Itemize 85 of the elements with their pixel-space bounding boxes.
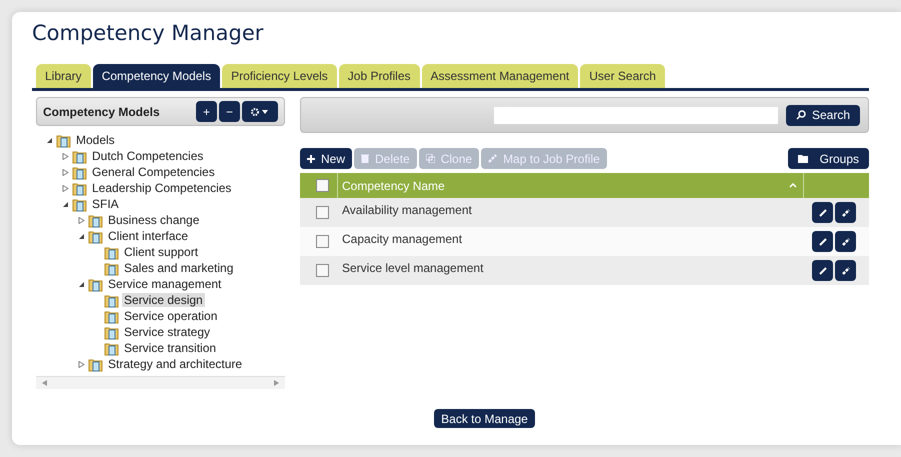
horizontal-scrollbar[interactable] xyxy=(36,376,285,389)
tree-item[interactable]: Strategy and architecture xyxy=(106,357,244,371)
folder-icon xyxy=(104,324,119,340)
tree-item[interactable]: Sales and marketing xyxy=(122,261,236,275)
edit-button[interactable] xyxy=(812,260,833,281)
tree-item[interactable]: Service operation xyxy=(122,309,220,323)
folder-icon xyxy=(88,356,103,372)
gear-icon xyxy=(251,108,269,116)
copy-icon xyxy=(426,154,435,163)
link-icon xyxy=(488,154,498,163)
collapse-arrow-icon[interactable] xyxy=(78,232,84,240)
table-cell: Capacity management xyxy=(342,232,462,246)
folder-icon xyxy=(104,260,119,276)
tree-item[interactable]: Service management xyxy=(106,277,224,291)
sort-icon xyxy=(789,183,797,188)
link-button[interactable] xyxy=(835,202,856,223)
tab[interactable]: User Search xyxy=(580,64,665,88)
expand-arrow-icon[interactable] xyxy=(62,152,68,160)
collapse-arrow-icon[interactable] xyxy=(78,280,84,288)
checkbox[interactable] xyxy=(316,206,329,219)
panel-title: Competency Models xyxy=(43,104,160,118)
folder-icon xyxy=(104,244,119,260)
tree-item[interactable]: Service design xyxy=(122,293,205,307)
tab[interactable]: Job Profiles xyxy=(338,64,420,88)
pencil-icon xyxy=(818,238,826,246)
groups-button[interactable]: Groups xyxy=(788,148,869,169)
search-icon xyxy=(796,110,806,120)
folder-icon xyxy=(104,308,119,324)
tab[interactable]: Proficiency Levels xyxy=(222,64,337,88)
tab[interactable]: Assessment Management xyxy=(422,64,578,88)
folder-icon xyxy=(88,212,103,228)
search-button[interactable]: Search xyxy=(786,104,860,126)
tab[interactable]: Library xyxy=(36,64,91,88)
add-button[interactable]: + xyxy=(196,101,217,122)
tree-item[interactable]: Client interface xyxy=(106,229,190,243)
folder-icon xyxy=(72,196,87,212)
settings-button[interactable] xyxy=(242,101,278,122)
plus-icon xyxy=(307,154,315,162)
folder-icon xyxy=(72,148,87,164)
folder-icon xyxy=(72,164,87,180)
remove-button[interactable]: − xyxy=(219,101,240,122)
scroll-left-icon[interactable] xyxy=(42,380,47,386)
expand-arrow-icon[interactable] xyxy=(78,216,84,224)
table-cell: Service level management xyxy=(342,261,484,275)
checkbox[interactable] xyxy=(316,179,329,192)
tree-item[interactable]: Business change xyxy=(106,213,202,227)
folder-icon xyxy=(72,180,87,196)
edit-button[interactable] xyxy=(812,231,833,252)
folder-icon xyxy=(104,292,119,308)
tree-item[interactable]: Models xyxy=(74,133,117,147)
tab[interactable]: Competency Models xyxy=(92,64,220,88)
link-button[interactable] xyxy=(835,260,856,281)
folder-icon xyxy=(88,276,103,292)
link-icon xyxy=(842,266,850,274)
link-icon xyxy=(842,208,850,216)
tree-item[interactable]: General Competencies xyxy=(90,165,217,179)
trash-icon xyxy=(361,154,370,163)
collapse-arrow-icon[interactable] xyxy=(46,136,52,144)
scroll-right-icon[interactable] xyxy=(274,380,279,386)
expand-arrow-icon[interactable] xyxy=(62,168,68,176)
tree-item[interactable]: Dutch Competencies xyxy=(90,149,206,163)
link-button[interactable] xyxy=(835,231,856,252)
folder-icon xyxy=(798,154,808,162)
link-icon xyxy=(842,238,850,246)
new-button[interactable]: New xyxy=(300,148,352,169)
edit-button[interactable] xyxy=(812,202,833,223)
checkbox[interactable] xyxy=(316,235,329,248)
tree-item[interactable]: Service strategy xyxy=(122,325,212,339)
checkbox[interactable] xyxy=(316,264,329,277)
tree-item[interactable]: SFIA xyxy=(90,197,121,211)
tree-item[interactable]: Client support xyxy=(122,245,200,259)
page-title: Competency Manager xyxy=(32,20,264,47)
expand-arrow-icon[interactable] xyxy=(78,360,84,368)
table-cell: Availability management xyxy=(342,203,472,217)
folder-icon xyxy=(56,132,71,148)
tree-item[interactable]: Service transition xyxy=(122,341,218,355)
pencil-icon xyxy=(818,208,826,216)
tree-item[interactable]: Leadership Competencies xyxy=(90,181,234,195)
expand-arrow-icon[interactable] xyxy=(62,184,68,192)
collapse-arrow-icon[interactable] xyxy=(62,200,68,208)
folder-icon xyxy=(88,228,103,244)
back-button[interactable]: Back to Manage xyxy=(434,409,535,428)
pencil-icon xyxy=(818,266,826,274)
folder-icon xyxy=(104,340,119,356)
search-field[interactable] xyxy=(494,106,778,124)
